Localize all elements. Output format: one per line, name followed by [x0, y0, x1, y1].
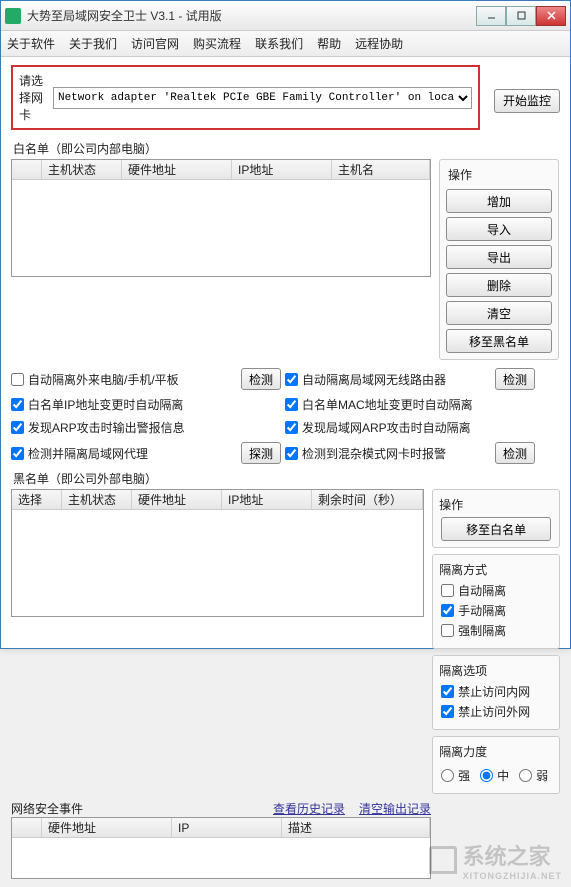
ecol-ip: IP: [172, 818, 282, 837]
col-host-state: 主机状态: [42, 160, 122, 179]
minimize-button[interactable]: [476, 6, 506, 26]
bcol-remain: 剩余时间（秒）: [312, 490, 423, 509]
iso-level-title: 隔离力度: [439, 743, 551, 760]
close-button[interactable]: [536, 6, 566, 26]
window-controls: [476, 6, 566, 26]
blacklist-side: 操作 移至白名单 隔离方式 自动隔离 手动隔离 强制隔离 隔离选项 禁止访问内网…: [432, 489, 560, 794]
adapter-select[interactable]: Network adapter 'Realtek PCIe GBE Family…: [53, 87, 472, 109]
level-medium[interactable]: 中: [480, 767, 509, 784]
opt-auto-isolate-router[interactable]: 自动隔离局域网无线路由器: [285, 371, 495, 388]
watermark: 系统之家 XITONGZHIJIA.NET: [429, 839, 562, 881]
blacklist-row: 选择 主机状态 硬件地址 IP地址 剩余时间（秒） 操作 移至白名单 隔离方式 …: [11, 489, 560, 794]
level-weak[interactable]: 弱: [519, 767, 548, 784]
delete-button[interactable]: 删除: [446, 273, 552, 297]
iso-manual[interactable]: 手动隔离: [441, 602, 551, 619]
opt-mac-change[interactable]: 白名单MAC地址变更时自动隔离: [285, 396, 495, 413]
adapter-row: 请选择网卡 Network adapter 'Realtek PCIe GBE …: [11, 65, 560, 136]
titlebar: 大势至局域网安全卫士 V3.1 - 试用版: [1, 1, 570, 31]
blacklist-ops: 操作 移至白名单: [432, 489, 560, 548]
menu-help[interactable]: 帮助: [317, 35, 341, 52]
opt-arp-alert[interactable]: 发现ARP攻击时输出警报信息: [11, 419, 241, 436]
clear-button[interactable]: 清空: [446, 301, 552, 325]
events-table[interactable]: 硬件地址 IP 描述: [11, 817, 431, 879]
app-icon: [5, 8, 21, 24]
export-button[interactable]: 导出: [446, 245, 552, 269]
blacklist-label: 黑名单（即公司外部电脑）: [13, 470, 560, 487]
menubar: 关于软件 关于我们 访问官网 购买流程 联系我们 帮助 远程协助: [1, 31, 570, 57]
events-header: 硬件地址 IP 描述: [12, 818, 430, 838]
bcol-select: 选择: [12, 490, 62, 509]
iso-opts-title: 隔离选项: [439, 662, 551, 679]
whitelist-header: 主机状态 硬件地址 IP地址 主机名: [12, 160, 430, 180]
window-title: 大势至局域网安全卫士 V3.1 - 试用版: [27, 7, 476, 24]
add-button[interactable]: 增加: [446, 189, 552, 213]
blacklist-header: 选择 主机状态 硬件地址 IP地址 剩余时间（秒）: [12, 490, 423, 510]
options-grid: 自动隔离外来电脑/手机/平板 检测 自动隔离局域网无线路由器 检测 白名单IP地…: [11, 368, 560, 464]
ecol-mac: 硬件地址: [42, 818, 172, 837]
iso-auto[interactable]: 自动隔离: [441, 582, 551, 599]
col-mac: 硬件地址: [122, 160, 232, 179]
col-hostname: 主机名: [332, 160, 430, 179]
menu-about-software[interactable]: 关于软件: [7, 35, 55, 52]
opt-arp-isolate[interactable]: 发现局域网ARP攻击时自动隔离: [285, 419, 495, 436]
opt-auto-isolate-external[interactable]: 自动隔离外来电脑/手机/平板: [11, 371, 241, 388]
ecol-desc: 描述: [282, 818, 430, 837]
detect-external-button[interactable]: 检测: [241, 368, 281, 390]
app-window: 大势至局域网安全卫士 V3.1 - 试用版 关于软件 关于我们 访问官网 购买流…: [0, 0, 571, 649]
start-monitor-button[interactable]: 开始监控: [494, 89, 560, 113]
isolation-level: 隔离力度 强 中 弱: [432, 736, 560, 794]
maximize-button[interactable]: [506, 6, 536, 26]
menu-contact[interactable]: 联系我们: [255, 35, 303, 52]
ban-lan[interactable]: 禁止访问内网: [441, 683, 551, 700]
isolation-opts: 隔离选项 禁止访问内网 禁止访问外网: [432, 655, 560, 730]
opt-promisc-alert[interactable]: 检测到混杂模式网卡时报警: [285, 445, 495, 462]
whitelist-table[interactable]: 主机状态 硬件地址 IP地址 主机名: [11, 159, 431, 277]
menu-remote-assist[interactable]: 远程协助: [355, 35, 403, 52]
menu-purchase[interactable]: 购买流程: [193, 35, 241, 52]
move-to-blacklist-button[interactable]: 移至黑名单: [446, 329, 552, 353]
ban-wan[interactable]: 禁止访问外网: [441, 703, 551, 720]
clear-output-link[interactable]: 清空输出记录: [359, 800, 431, 817]
probe-button[interactable]: 探测: [241, 442, 281, 464]
col-ip: IP地址: [232, 160, 332, 179]
content: 请选择网卡 Network adapter 'Realtek PCIe GBE …: [1, 57, 570, 887]
whitelist-row: 主机状态 硬件地址 IP地址 主机名 操作 增加 导入 导出 删除 清空 移至黑…: [11, 159, 560, 360]
watermark-text: 系统之家: [463, 844, 551, 869]
adapter-label: 请选择网卡: [19, 72, 47, 123]
whitelist-ops: 操作 增加 导入 导出 删除 清空 移至黑名单: [439, 159, 559, 360]
whitelist-label: 白名单（即公司内部电脑）: [13, 140, 560, 157]
isolation-mode: 隔离方式 自动隔离 手动隔离 强制隔离: [432, 554, 560, 649]
bcol-ip: IP地址: [222, 490, 312, 509]
level-strong[interactable]: 强: [441, 767, 470, 784]
move-to-whitelist-button[interactable]: 移至白名单: [441, 517, 551, 541]
watermark-icon: [429, 846, 457, 874]
menu-visit-site[interactable]: 访问官网: [131, 35, 179, 52]
bops-title: 操作: [439, 496, 551, 513]
opt-ip-change[interactable]: 白名单IP地址变更时自动隔离: [11, 396, 241, 413]
events-label: 网络安全事件: [11, 800, 83, 817]
watermark-sub: XITONGZHIJIA.NET: [463, 871, 562, 881]
iso-force[interactable]: 强制隔离: [441, 622, 551, 639]
opt-proxy-detect[interactable]: 检测并隔离局域网代理: [11, 445, 241, 462]
iso-mode-title: 隔离方式: [439, 561, 551, 578]
import-button[interactable]: 导入: [446, 217, 552, 241]
blacklist-table[interactable]: 选择 主机状态 硬件地址 IP地址 剩余时间（秒）: [11, 489, 424, 617]
view-history-link[interactable]: 查看历史记录: [273, 800, 345, 817]
detect-router-button[interactable]: 检测: [495, 368, 535, 390]
detect-promisc-button[interactable]: 检测: [495, 442, 535, 464]
ops-title: 操作: [448, 166, 552, 183]
menu-about-us[interactable]: 关于我们: [69, 35, 117, 52]
bcol-mac: 硬件地址: [132, 490, 222, 509]
bcol-state: 主机状态: [62, 490, 132, 509]
